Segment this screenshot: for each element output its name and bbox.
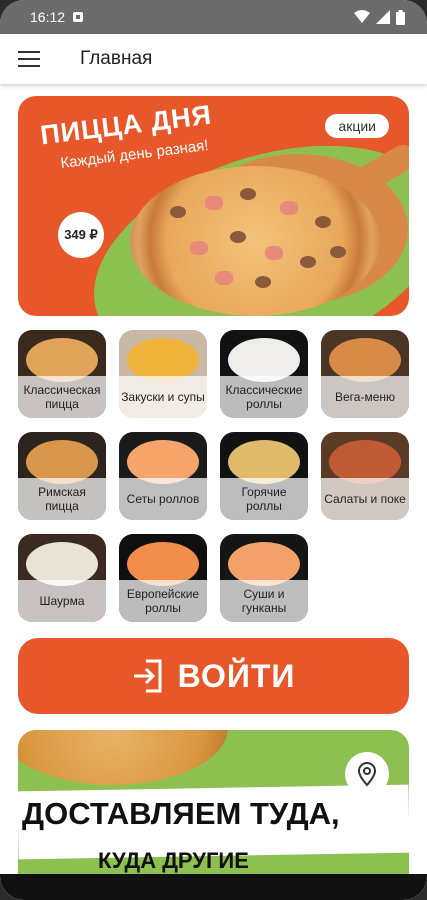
category-tile[interactable]: Закуски и супы — [119, 330, 207, 418]
battery-icon — [396, 9, 405, 25]
delivery-subtitle: КУДА ДРУГИЕ — [98, 848, 249, 873]
delivery-title: ДОСТАВЛЯЕМ ТУДА, — [22, 796, 340, 831]
login-button[interactable]: ВОЙТИ — [18, 638, 409, 714]
category-label: Шаурма — [18, 580, 106, 622]
bottom-bar — [0, 874, 427, 900]
category-tile[interactable]: Вега-меню — [321, 330, 409, 418]
category-label: Римская пицца — [18, 478, 106, 520]
category-label: Суши и гунканы — [220, 580, 308, 622]
category-label: Горячие роллы — [220, 478, 308, 520]
wifi-icon — [354, 10, 370, 23]
signal-icon — [376, 10, 390, 24]
category-tile[interactable]: Суши и гунканы — [220, 534, 308, 622]
pizza-image — [18, 730, 228, 785]
login-icon — [133, 659, 162, 693]
login-label: ВОЙТИ — [177, 657, 296, 694]
pizza-image — [130, 166, 380, 316]
category-label: Классические роллы — [220, 376, 308, 418]
app-bar: Главная — [0, 34, 427, 84]
notification-icon — [73, 12, 84, 22]
category-label: Вега-меню — [321, 376, 409, 418]
promotions-chip[interactable]: акции — [325, 114, 389, 138]
category-tile[interactable]: Горячие роллы — [220, 432, 308, 520]
category-tile[interactable]: Классические роллы — [220, 330, 308, 418]
status-bar: 16:12 — [0, 0, 427, 34]
category-label: Салаты и поке — [321, 478, 409, 520]
category-label: Европейские роллы — [119, 580, 207, 622]
category-tile[interactable]: Римская пицца — [18, 432, 106, 520]
map-pin-icon[interactable] — [345, 752, 389, 796]
category-tile[interactable]: Шаурма — [18, 534, 106, 622]
category-grid: Классическая пицца Закуски и супы Классиче… — [18, 330, 409, 622]
category-label: Сеты роллов — [119, 478, 207, 520]
page-title: Главная — [80, 48, 153, 69]
price-badge: 349 ₽ — [58, 212, 104, 258]
category-tile[interactable]: Салаты и поке — [321, 432, 409, 520]
promo-banner[interactable]: ПИЦЦА ДНЯ Каждый день разная! акции 349 … — [18, 96, 409, 316]
main-content: ПИЦЦА ДНЯ Каждый день разная! акции 349 … — [0, 84, 427, 880]
category-tile[interactable]: Сеты роллов — [119, 432, 207, 520]
status-time: 16:12 — [30, 9, 66, 25]
category-label: Классическая пицца — [18, 376, 106, 418]
category-tile[interactable]: Классическая пицца — [18, 330, 106, 418]
category-tile[interactable]: Европейские роллы — [119, 534, 207, 622]
phone-screen: 16:12 Главная ПИЦЦА ДНЯ Каждый день разн… — [0, 0, 427, 900]
category-label: Закуски и супы — [119, 376, 207, 418]
delivery-banner[interactable]: ДОСТАВЛЯЕМ ТУДА, КУДА ДРУГИЕ — [18, 730, 409, 880]
menu-icon[interactable] — [18, 51, 40, 67]
